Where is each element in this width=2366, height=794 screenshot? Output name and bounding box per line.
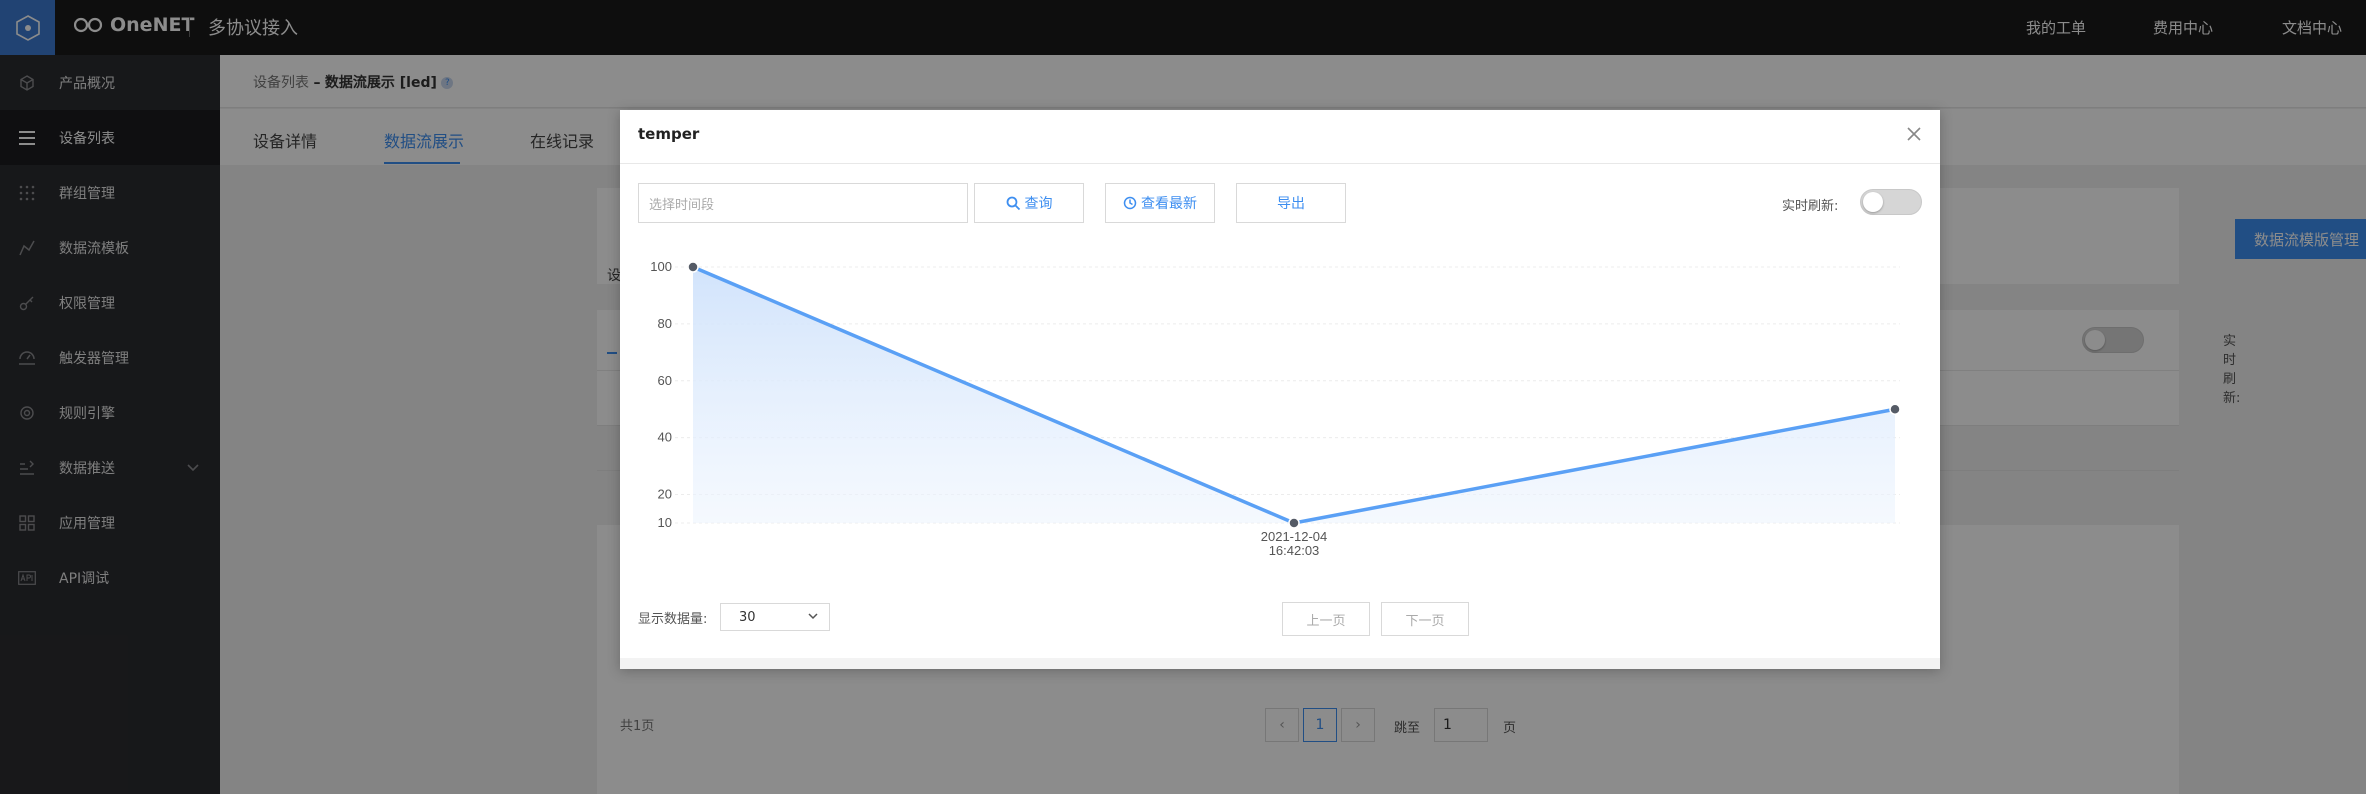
modal-title: temper bbox=[638, 125, 700, 143]
y-tick-label: 80 bbox=[658, 316, 672, 331]
datastream-chart-modal: temper 选择时间段 查询 查看最新 导出 实时刷新: 100 80 60 40 2… bbox=[620, 110, 1940, 669]
y-tick-label: 20 bbox=[658, 487, 672, 502]
x-tick-label: 16:42:03 bbox=[1269, 543, 1320, 558]
prev-page-button[interactable]: 上一页 bbox=[1282, 602, 1370, 636]
x-axis-labels: 2021-12-0416:42:03 bbox=[1261, 529, 1328, 558]
search-icon bbox=[1006, 196, 1020, 210]
chart-area-fill bbox=[693, 267, 1895, 523]
data-point[interactable] bbox=[1288, 517, 1300, 529]
realtime-label: 实时刷新: bbox=[1782, 199, 1839, 214]
data-point[interactable] bbox=[687, 261, 699, 273]
x-tick-label: 2021-12-04 bbox=[1261, 529, 1328, 544]
y-axis: 100 80 60 40 20 10 bbox=[650, 259, 672, 530]
count-label: 显示数据量: bbox=[638, 612, 708, 627]
y-tick-label: 40 bbox=[658, 430, 672, 445]
date-range-input[interactable]: 选择时间段 bbox=[638, 183, 968, 223]
query-button[interactable]: 查询 bbox=[974, 183, 1084, 223]
data-point[interactable] bbox=[1889, 403, 1901, 415]
modal-bottom-bar bbox=[620, 658, 1940, 669]
refresh-clock-icon bbox=[1123, 196, 1137, 210]
latest-button-label: 查看最新 bbox=[1141, 196, 1197, 212]
y-tick-label: 10 bbox=[658, 515, 672, 530]
count-select[interactable]: 30 bbox=[720, 603, 830, 631]
chevron-down-icon bbox=[807, 610, 819, 626]
close-icon[interactable] bbox=[1902, 124, 1926, 148]
y-tick-label: 100 bbox=[650, 259, 672, 274]
latest-button[interactable]: 查看最新 bbox=[1105, 183, 1215, 223]
y-tick-label: 60 bbox=[658, 373, 672, 388]
count-select-value: 30 bbox=[739, 609, 756, 625]
temper-line-chart: 100 80 60 40 20 10 2021-12-0416:42:03 bbox=[650, 259, 1901, 558]
query-button-label: 查询 bbox=[1024, 196, 1053, 212]
export-button[interactable]: 导出 bbox=[1236, 183, 1346, 223]
realtime-toggle[interactable] bbox=[1860, 189, 1922, 215]
modal-header: temper bbox=[620, 110, 1940, 164]
next-page-button[interactable]: 下一页 bbox=[1381, 602, 1469, 636]
